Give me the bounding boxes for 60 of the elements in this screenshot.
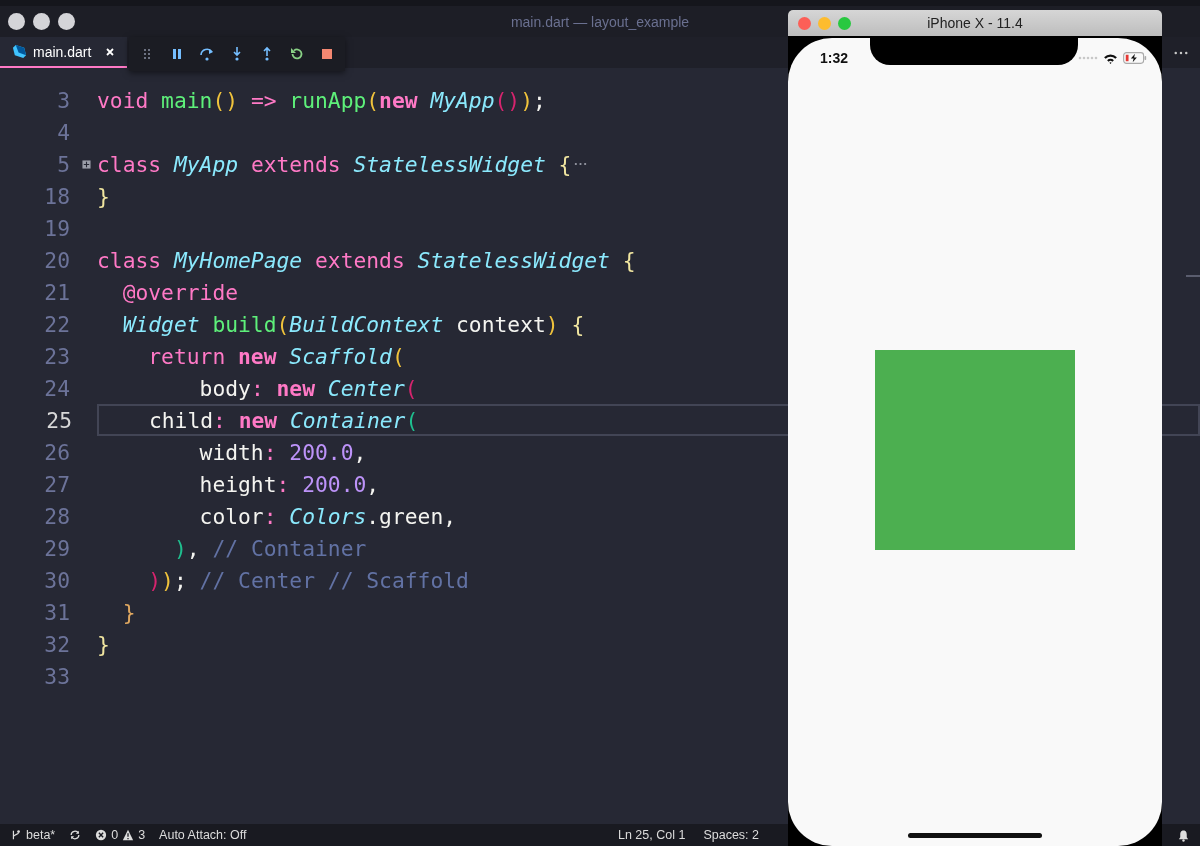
sync-icon[interactable] — [69, 829, 82, 841]
line-number: 24 — [43, 375, 70, 401]
stop-icon[interactable] — [319, 46, 335, 62]
minimize-button[interactable] — [33, 13, 50, 30]
close-icon[interactable] — [105, 46, 116, 57]
line-number: 27 — [43, 471, 70, 497]
problems-indicator[interactable]: 0 3 — [95, 828, 146, 842]
wifi-icon — [1103, 52, 1118, 64]
line-number: 32 — [43, 631, 70, 657]
expand-icon[interactable] — [82, 159, 91, 169]
line-number: 5 — [56, 151, 70, 177]
line-number: 23 — [43, 343, 70, 369]
code-line: } — [121, 599, 136, 625]
code-line: class MyApp extends StatelessWidget { — [97, 151, 572, 177]
clock-time: 1:32 — [820, 50, 849, 66]
folded-ellipsis-icon[interactable] — [574, 162, 588, 166]
step-over-icon[interactable] — [199, 46, 215, 62]
code-line: child: new Container( — [147, 407, 419, 433]
restart-icon[interactable] — [289, 46, 305, 62]
code-line: )); // Center // Scaffold — [147, 567, 469, 593]
dart-logo-icon — [12, 44, 27, 59]
indentation-status[interactable]: Spaces: 2 — [703, 828, 759, 842]
line-number: 28 — [43, 503, 70, 529]
notification-bell-icon[interactable] — [1177, 828, 1190, 842]
close-button[interactable] — [8, 13, 25, 30]
line-number: 29 — [43, 535, 70, 561]
code-line: ), // Container — [172, 535, 367, 561]
line-number: 21 — [43, 279, 70, 305]
code-line: color: Colors.green, — [198, 503, 457, 529]
battery-charging-icon — [1123, 52, 1147, 64]
code-line: void main() => runApp(new MyApp()); — [97, 87, 546, 113]
signal-icon — [1078, 56, 1098, 60]
code-line: } — [97, 183, 110, 209]
code-line: class MyHomePage extends StatelessWidget { — [97, 247, 636, 273]
code-line: return new Scaffold( — [147, 343, 405, 369]
line-number: 33 — [43, 663, 70, 689]
line-number: 25 — [45, 407, 72, 433]
more-icon[interactable] — [1174, 51, 1188, 55]
branch-indicator[interactable]: beta* — [10, 828, 56, 842]
line-number: 18 — [43, 183, 70, 209]
line-number: 26 — [43, 439, 70, 465]
line-number: 31 — [43, 599, 70, 625]
line-number: 22 — [43, 311, 70, 337]
line-number: 20 — [43, 247, 70, 273]
cursor-position[interactable]: Ln 25, Col 1 — [618, 828, 686, 842]
window-title: main.dart — layout_example — [510, 13, 690, 30]
code-line: } — [97, 631, 110, 657]
code-line: @override — [121, 279, 239, 305]
window-title: iPhone X - 11.4 — [927, 15, 1023, 31]
auto-attach-status[interactable]: Auto Attach: Off — [159, 828, 247, 842]
line-number: 4 — [56, 119, 70, 145]
code-line: height: 200.0, — [198, 471, 380, 497]
line-number: 30 — [43, 567, 70, 593]
editor-tab[interactable]: main.dart — [0, 37, 128, 68]
zoom-button[interactable] — [58, 13, 75, 30]
code-line: width: 200.0, — [198, 439, 367, 465]
code-line: Widget build(BuildContext context) { — [121, 311, 585, 337]
line-number: 3 — [56, 87, 70, 113]
line-number: 19 — [43, 215, 70, 241]
code-line: body: new Center( — [198, 375, 418, 401]
